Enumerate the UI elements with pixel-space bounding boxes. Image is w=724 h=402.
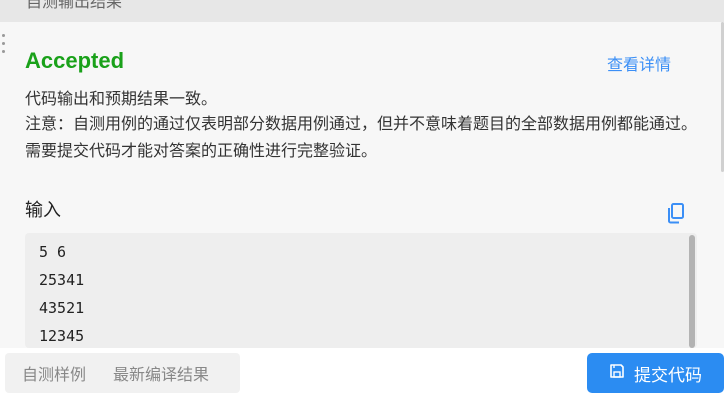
input-label: 输入	[25, 200, 61, 221]
panel-title: 自测输出结果	[26, 0, 123, 11]
bottom-bar: 自测样例 最新编译结果 提交代码	[0, 348, 724, 402]
drag-handle[interactable]	[0, 34, 6, 53]
result-note: 注意：自测用例的通过仅表明部分数据用例通过，但并不意味着题目的全部数据用例都能通…	[25, 114, 698, 160]
submit-label: 提交代码	[634, 365, 702, 386]
save-icon	[609, 363, 625, 384]
input-line: 12345	[39, 327, 85, 345]
submit-code-button[interactable]: 提交代码	[587, 353, 724, 393]
panel-header: 自测输出结果	[0, 0, 724, 22]
tab-compile-result[interactable]: 最新编译结果	[113, 361, 209, 385]
input-line: 5 6	[39, 243, 67, 261]
input-content[interactable]: 5 6 25341 43521 12345	[25, 233, 697, 348]
input-scrollbar[interactable]	[689, 235, 695, 348]
input-line: 25341	[39, 271, 85, 289]
result-message: 代码输出和预期结果一致。	[25, 89, 218, 108]
copy-icon[interactable]	[666, 202, 686, 224]
tab-self-test[interactable]: 自测样例	[22, 361, 86, 385]
view-details-link[interactable]: 查看详情	[607, 51, 671, 75]
result-tabs: 自测样例 最新编译结果	[5, 353, 240, 393]
input-lines: 5 6 25341 43521 12345	[39, 241, 84, 348]
input-line: 43521	[39, 299, 85, 317]
result-status: Accepted	[25, 48, 125, 73]
